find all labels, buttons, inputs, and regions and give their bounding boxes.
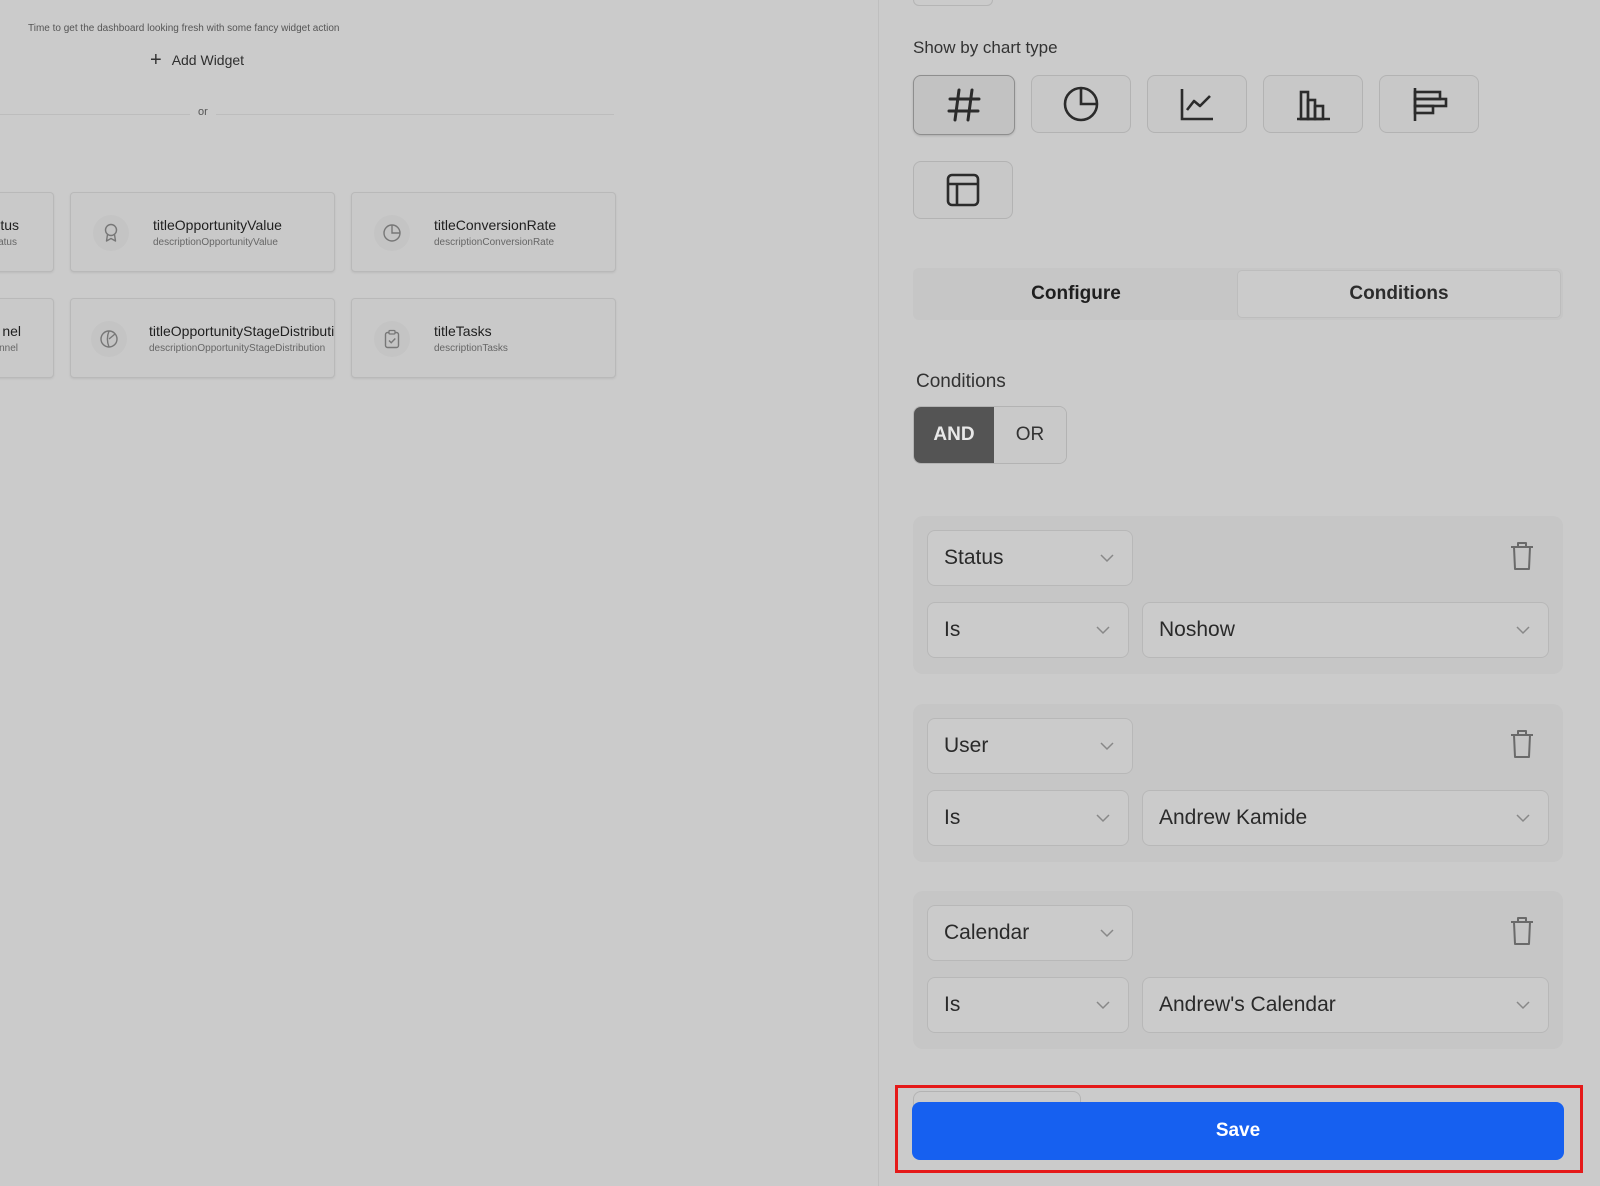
chart-type-bar[interactable]	[1263, 75, 1363, 133]
trash-icon[interactable]	[1509, 728, 1535, 760]
hash-icon	[947, 88, 981, 122]
trash-icon[interactable]	[1509, 540, 1535, 572]
plus-icon: +	[150, 49, 162, 71]
widget-card-opportunity-value[interactable]: titleOpportunityValue descriptionOpportu…	[70, 192, 335, 272]
widget-description: atus	[0, 237, 17, 248]
chevron-down-icon	[1100, 742, 1114, 751]
condition-value-select[interactable]: Noshow	[1142, 602, 1549, 658]
widget-card[interactable]: nel nnel	[0, 298, 54, 378]
divider	[0, 114, 614, 115]
chevron-down-icon	[1100, 554, 1114, 563]
bar-chart-icon	[1297, 90, 1330, 121]
tab-configure[interactable]: Configure	[915, 270, 1237, 318]
dashboard-tagline: Time to get the dashboard looking fresh …	[28, 23, 340, 34]
condition-group: Status Is Noshow	[913, 516, 1563, 674]
condition-operator-value: Is	[944, 806, 961, 829]
pie-chart-icon	[374, 215, 410, 251]
config-tabs: Configure Conditions	[913, 268, 1563, 320]
dashboard-area: Time to get the dashboard looking fresh …	[0, 0, 878, 1186]
table-icon	[946, 173, 980, 207]
widget-title: titleConversionRate	[434, 217, 557, 233]
logic-and-button[interactable]: AND	[914, 407, 994, 463]
clipboard-check-icon	[374, 321, 410, 357]
widget-description: descriptionOpportunityValue	[153, 237, 278, 248]
add-widget-label: Add Widget	[171, 52, 245, 68]
condition-operator-value: Is	[944, 993, 961, 1016]
widget-title: nel	[2, 323, 21, 339]
chevron-down-icon	[1516, 1001, 1530, 1010]
trash-icon[interactable]	[1509, 915, 1535, 947]
line-chart-icon	[1180, 89, 1213, 121]
condition-value: Andrew's Calendar	[1159, 993, 1336, 1016]
condition-operator-select[interactable]: Is	[927, 977, 1129, 1033]
pie-chart-icon	[1063, 86, 1099, 122]
widget-card-tasks[interactable]: titleTasks descriptionTasks	[351, 298, 616, 378]
chart-type-table[interactable]	[913, 161, 1013, 219]
widget-description: descriptionOpportunityStageDistribution	[149, 343, 326, 354]
top-control[interactable]	[913, 0, 993, 6]
add-widget-button[interactable]: + Add Widget	[150, 49, 245, 71]
chart-type-label: Show by chart type	[913, 38, 1058, 57]
horizontal-bar-chart-icon	[1413, 88, 1448, 121]
save-button[interactable]: Save	[912, 1102, 1564, 1160]
chevron-down-icon	[1100, 929, 1114, 938]
widget-title: titleOpportunityStageDistributi	[149, 323, 335, 339]
widget-description: descriptionTasks	[434, 343, 508, 354]
condition-field-select[interactable]: Calendar	[927, 905, 1133, 961]
condition-value-select[interactable]: Andrew Kamide	[1142, 790, 1549, 846]
chart-type-number[interactable]	[913, 75, 1015, 135]
widget-config-panel: Show by chart type Configure Conditions …	[878, 0, 1600, 1186]
logic-or-button[interactable]: OR	[994, 407, 1066, 463]
chevron-down-icon	[1096, 1001, 1110, 1010]
chevron-down-icon	[1516, 626, 1530, 635]
widget-title: titleOpportunityValue	[153, 217, 282, 233]
condition-field-select[interactable]: User	[927, 718, 1133, 774]
widget-card-conversion-rate[interactable]: titleConversionRate descriptionConversio…	[351, 192, 616, 272]
chart-type-pie[interactable]	[1031, 75, 1131, 133]
widget-title: titleTasks	[434, 323, 492, 339]
logic-toggle: AND OR	[913, 406, 1067, 464]
chevron-down-icon	[1516, 814, 1530, 823]
condition-value-select[interactable]: Andrew's Calendar	[1142, 977, 1549, 1033]
condition-field-value: Calendar	[944, 921, 1030, 944]
condition-field-value: Status	[944, 546, 1004, 569]
widget-card-opportunity-stage-distribution[interactable]: titleOpportunityStageDistributi descript…	[70, 298, 335, 378]
widget-description: descriptionConversionRate	[434, 237, 555, 248]
award-icon	[93, 215, 129, 251]
tab-conditions[interactable]: Conditions	[1237, 270, 1561, 318]
widget-description: nnel	[0, 343, 18, 354]
condition-field-value: User	[944, 734, 989, 757]
condition-value: Andrew Kamide	[1159, 806, 1308, 829]
condition-group: Calendar Is Andrew's Calendar	[913, 891, 1563, 1049]
divider-text: or	[190, 106, 216, 118]
chevron-down-icon	[1096, 814, 1110, 823]
condition-group: User Is Andrew Kamide	[913, 704, 1563, 862]
condition-value: Noshow	[1159, 618, 1235, 641]
chart-type-line[interactable]	[1147, 75, 1247, 133]
condition-operator-select[interactable]: Is	[927, 790, 1129, 846]
widget-card[interactable]: tus atus	[0, 192, 54, 272]
condition-operator-select[interactable]: Is	[927, 602, 1129, 658]
condition-operator-value: Is	[944, 618, 961, 641]
widget-title: tus	[0, 217, 19, 233]
stage-distribution-icon	[91, 321, 127, 357]
conditions-heading: Conditions	[916, 371, 1006, 392]
chevron-down-icon	[1096, 626, 1110, 635]
condition-field-select[interactable]: Status	[927, 530, 1133, 586]
chart-type-horizontal-bar[interactable]	[1379, 75, 1479, 133]
